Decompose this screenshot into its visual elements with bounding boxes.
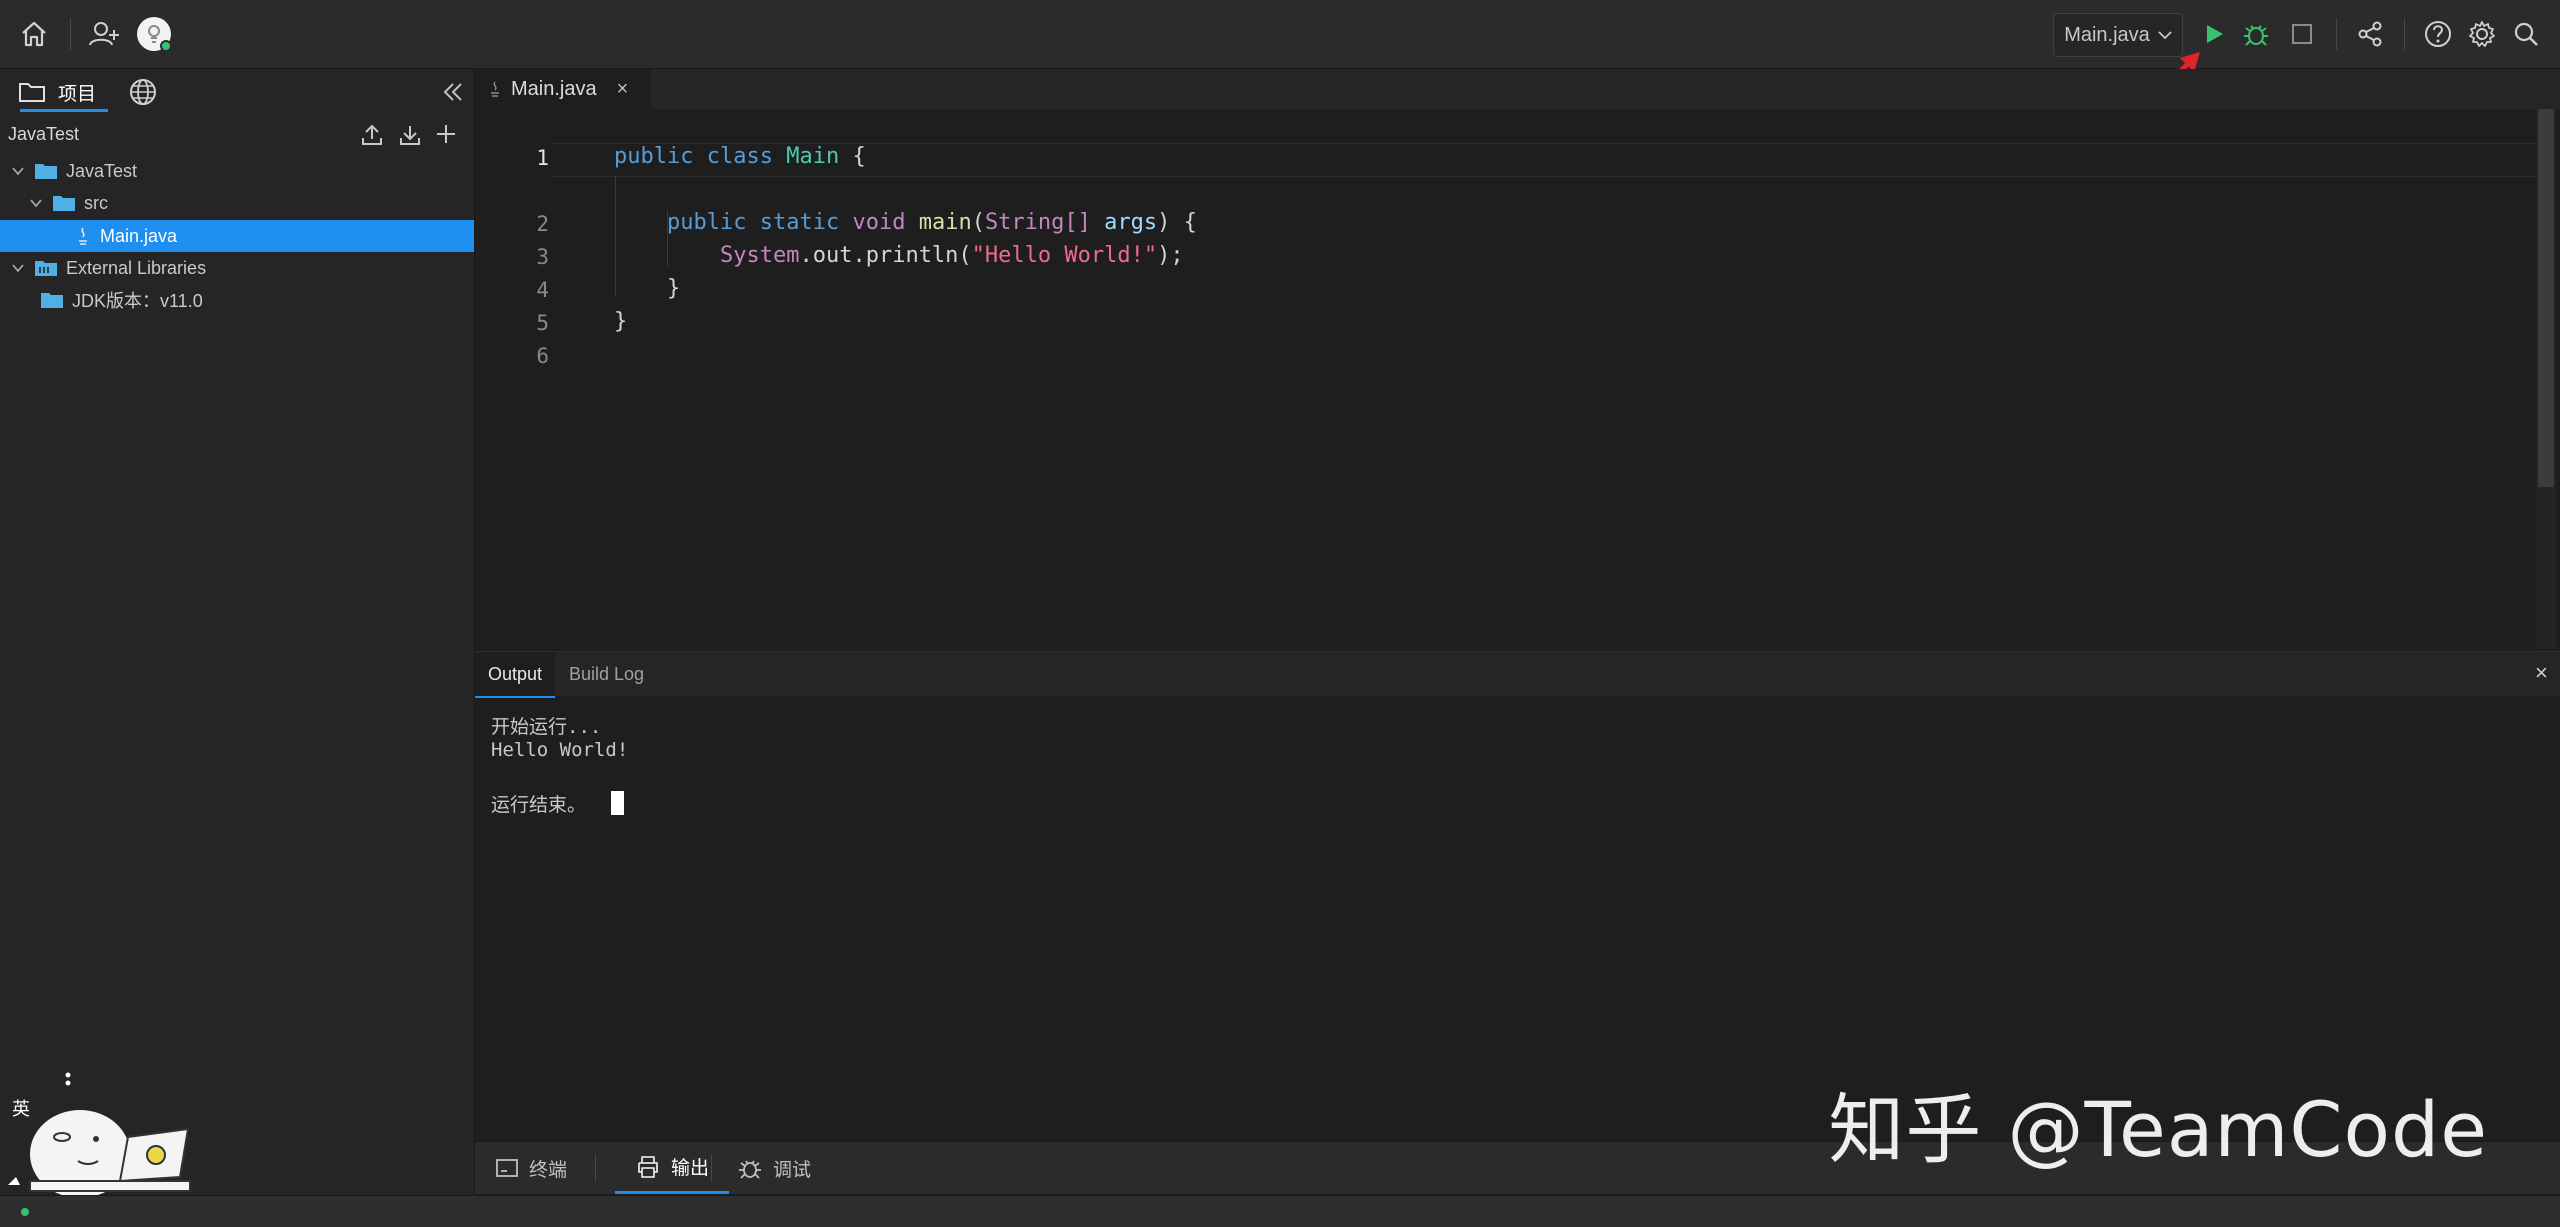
divider — [2336, 18, 2337, 50]
share-icon[interactable] — [2350, 14, 2390, 54]
tab-project-label: 项目 — [58, 83, 97, 105]
avatar[interactable] — [134, 14, 174, 54]
divider — [711, 1154, 712, 1182]
line-number: 1 — [536, 146, 549, 170]
divider — [70, 18, 71, 50]
download-icon[interactable] — [398, 123, 422, 147]
code-line-4: } — [667, 276, 681, 301]
debug-icon[interactable] — [2236, 14, 2276, 54]
tab-build-log-label: Build Log — [569, 663, 645, 684]
project-name: JavaTest — [8, 124, 80, 144]
divider — [2404, 18, 2405, 50]
status-bar — [0, 1195, 2560, 1227]
sidebar-tabs: 项目 — [0, 69, 474, 113]
output-line: Hello World! — [491, 739, 629, 761]
folder-icon — [41, 293, 63, 308]
panel-close-button[interactable]: × — [2535, 660, 2548, 686]
code-line-1: public class Main { — [614, 144, 866, 169]
code-line-3: System.out.println("Hello World!"); — [720, 243, 1184, 268]
chevron-down-icon — [2158, 31, 2172, 40]
tree-item-label: Main.java — [100, 225, 178, 246]
tree-item-src[interactable]: src — [0, 187, 474, 219]
divider — [595, 1154, 596, 1182]
home-icon[interactable] — [14, 14, 54, 54]
tab-build-log[interactable]: Build Log — [569, 652, 644, 696]
editor-tab-bar: Main.java × — [475, 69, 2560, 109]
editor-scrollbar-thumb[interactable] — [2538, 109, 2554, 487]
tab-output-tool-label: 输出 — [670, 1158, 709, 1179]
library-folder-icon — [35, 261, 57, 276]
tab-close-button[interactable]: × — [617, 78, 629, 101]
java-file-icon — [491, 81, 499, 97]
upload-icon[interactable] — [360, 123, 384, 147]
code-editor[interactable]: 1 2 3 4 5 6 public class Main { public s… — [475, 109, 2560, 649]
globe-icon[interactable] — [128, 77, 158, 107]
chevron-down-icon — [12, 264, 24, 273]
code-line-5: } — [614, 309, 628, 334]
search-icon[interactable] — [2506, 14, 2546, 54]
gear-icon[interactable] — [2462, 14, 2502, 54]
tree-item-project[interactable]: JavaTest — [0, 155, 474, 187]
line-number: 5 — [536, 311, 549, 335]
help-icon[interactable] — [2418, 14, 2458, 54]
folder-icon — [53, 196, 75, 211]
tree-item-label: JavaTest — [66, 160, 138, 181]
tab-main-java[interactable]: Main.java × — [475, 69, 651, 109]
terminal-icon — [496, 1159, 518, 1177]
tree-item-main-java[interactable]: Main.java — [0, 220, 474, 252]
stop-icon[interactable] — [2282, 14, 2322, 54]
text-cursor — [611, 791, 624, 815]
chevron-down-icon — [30, 199, 42, 208]
code-line-2: public static void main(String[] args) { — [667, 210, 1197, 235]
line-number: 3 — [536, 245, 549, 269]
run-config-label: Main.java — [2064, 23, 2150, 46]
tree-item-external-libraries[interactable]: External Libraries — [0, 252, 474, 284]
project-header: JavaTest — [0, 115, 474, 155]
watermark: 知乎 @TeamCode — [1828, 1085, 2488, 1174]
tab-output[interactable]: Output — [475, 652, 555, 698]
tree-item-jdk[interactable]: JDK版本：v11.0 — [0, 284, 474, 316]
add-user-icon[interactable] — [84, 14, 124, 54]
tree-item-label: src — [84, 192, 108, 213]
java-file-icon — [79, 227, 87, 245]
tab-terminal-label: 终端 — [529, 1159, 568, 1181]
folder-icon — [35, 164, 57, 179]
tab-debug[interactable]: 调试 — [737, 1142, 811, 1194]
mascot-icon — [8, 1072, 191, 1195]
status-dot-icon — [21, 1208, 29, 1216]
bug-icon — [739, 1160, 761, 1179]
line-number: 6 — [536, 344, 549, 368]
tab-terminal[interactable]: 终端 — [495, 1142, 567, 1194]
indent-guide — [615, 175, 616, 297]
sidebar: 项目 JavaTest JavaTest src Main.java Exter… — [0, 69, 475, 1195]
chevron-down-icon — [12, 167, 24, 176]
line-number: 4 — [536, 278, 549, 302]
tab-project[interactable]: 项目 — [18, 77, 96, 107]
tree-item-label: JDK版本：v11.0 — [72, 291, 203, 311]
active-tab-indicator — [20, 109, 108, 112]
line-number: 2 — [536, 212, 549, 236]
tree-item-label: External Libraries — [66, 257, 207, 278]
printer-icon — [638, 1155, 658, 1178]
output-line: 开始运行... — [491, 716, 602, 738]
tab-label: Main.java — [511, 77, 597, 100]
add-file-icon[interactable] — [434, 122, 458, 146]
folder-icon — [19, 83, 45, 102]
output-line: 运行结束。 — [491, 794, 587, 816]
panel-tabs: Output Build Log × — [475, 652, 2560, 698]
editor-scrollbar-track[interactable] — [2536, 109, 2556, 649]
collapse-sidebar-icon[interactable] — [442, 81, 464, 103]
tab-output-label: Output — [487, 663, 543, 684]
tab-debug-label: 调试 — [773, 1159, 812, 1181]
